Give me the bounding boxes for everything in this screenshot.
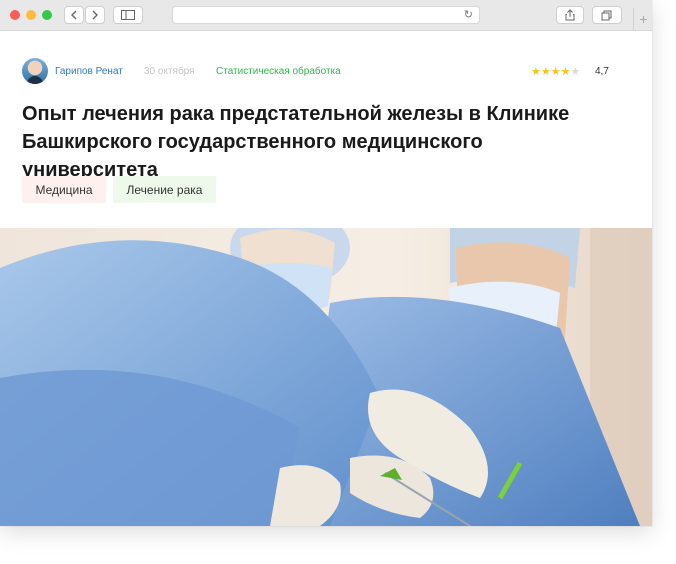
plus-icon: + bbox=[639, 11, 648, 27]
article-meta: Гарипов Ренат 30 октября Статистическая … bbox=[22, 58, 612, 84]
avatar[interactable] bbox=[22, 58, 48, 84]
publish-date: 30 октября bbox=[144, 66, 195, 77]
close-window-button[interactable] bbox=[10, 10, 20, 20]
star-icon: ★ bbox=[531, 66, 541, 78]
sidebar-icon bbox=[121, 10, 135, 20]
tabs-overview-button[interactable] bbox=[592, 6, 622, 24]
tag-medicine[interactable]: Медицина bbox=[22, 176, 106, 203]
share-button[interactable] bbox=[556, 6, 584, 24]
hero-image bbox=[0, 228, 652, 526]
sidebar-button[interactable] bbox=[113, 6, 143, 24]
minimize-window-button[interactable] bbox=[26, 10, 36, 20]
surgeons-photo bbox=[0, 228, 652, 526]
reload-icon[interactable]: ↻ bbox=[464, 8, 473, 21]
maximize-window-button[interactable] bbox=[42, 10, 52, 20]
rating-stars: ★★★★★ bbox=[531, 65, 580, 78]
rating-value: 4,7 bbox=[595, 66, 609, 77]
star-icon: ★ bbox=[540, 66, 551, 78]
address-bar[interactable]: ↻ bbox=[172, 6, 480, 24]
forward-button[interactable] bbox=[85, 6, 105, 24]
tabs-icon bbox=[601, 10, 612, 20]
star-icon: ★ bbox=[560, 66, 571, 78]
back-button[interactable] bbox=[64, 6, 84, 24]
tag-cancer-treatment[interactable]: Лечение рака bbox=[113, 176, 216, 203]
author-link[interactable]: Гарипов Ренат bbox=[55, 66, 123, 77]
browser-window: ↻ + Гарипов Ренат 30 октября Статистичес… bbox=[0, 0, 652, 526]
category-link[interactable]: Статистическая обработка bbox=[216, 66, 341, 77]
browser-toolbar: ↻ + bbox=[0, 0, 652, 31]
new-tab-button[interactable]: + bbox=[633, 8, 652, 30]
chevron-left-icon bbox=[71, 10, 77, 20]
article-title: Опыт лечения рака предстательной железы … bbox=[22, 103, 570, 181]
star-icon: ★ bbox=[550, 66, 561, 78]
share-icon bbox=[565, 9, 575, 21]
chevron-right-icon bbox=[92, 10, 98, 20]
star-icon: ★ bbox=[570, 66, 581, 78]
